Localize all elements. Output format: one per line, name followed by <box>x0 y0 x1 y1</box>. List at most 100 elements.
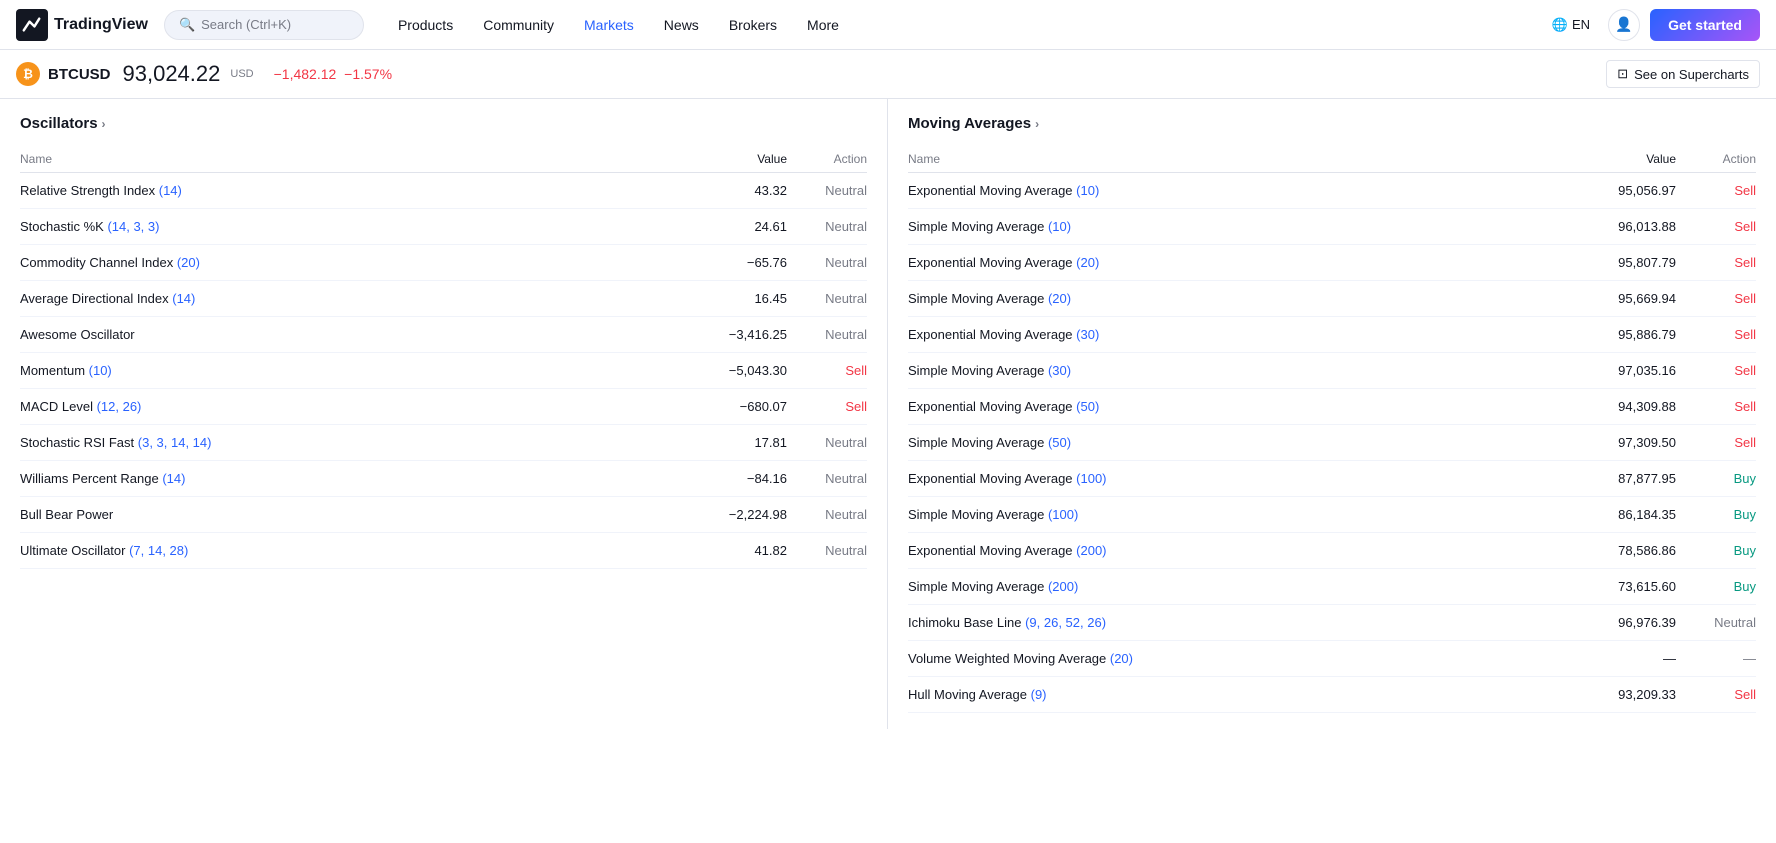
ma-row-value-12: 96,976.39 <box>1576 615 1676 630</box>
osc-row-action-4: Neutral <box>787 327 867 342</box>
oscillators-title-text: Oscillators <box>20 115 98 132</box>
get-started-button[interactable]: Get started <box>1650 9 1760 41</box>
ma-row-param-${i}: (200) <box>1048 579 1078 594</box>
table-row: Relative Strength Index (14) 43.32 Neutr… <box>20 173 867 209</box>
ma-row-param-${i}: (9) <box>1031 687 1047 702</box>
ticker-change-value: −1,482.12 <box>274 66 337 82</box>
ma-row-value-14: 93,209.33 <box>1576 687 1676 702</box>
table-row: Ichimoku Base Line (9, 26, 52, 26) 96,97… <box>908 605 1756 641</box>
oscillators-table-header: Name Value Action <box>20 146 867 173</box>
osc-row-value-4: −3,416.25 <box>687 327 787 342</box>
ma-row-action-1: Sell <box>1676 219 1756 234</box>
ma-row-action-8: Buy <box>1676 471 1756 486</box>
see-supercharts-button[interactable]: ⊡ See on Supercharts <box>1606 60 1760 88</box>
nav-link-products[interactable]: Products <box>384 11 467 39</box>
ma-row-action-7: Sell <box>1676 435 1756 450</box>
ma-row-param-${i}: (30) <box>1048 363 1071 378</box>
ma-row-name-3: Simple Moving Average (20) <box>908 291 1576 306</box>
nav-link-markets[interactable]: Markets <box>570 11 648 39</box>
ma-row-value-2: 95,807.79 <box>1576 255 1676 270</box>
table-row: Hull Moving Average (9) 93,209.33 Sell <box>908 677 1756 713</box>
ma-row-name-10: Exponential Moving Average (200) <box>908 543 1576 558</box>
table-row: Exponential Moving Average (20) 95,807.7… <box>908 245 1756 281</box>
osc-row-value-7: 17.81 <box>687 435 787 450</box>
osc-row-param-${i}: (20) <box>177 255 200 270</box>
user-menu-button[interactable]: 👤 <box>1608 9 1640 41</box>
osc-row-action-3: Neutral <box>787 291 867 306</box>
language-button[interactable]: 🌐 EN <box>1544 13 1598 37</box>
ticker-bar: ₿ BTCUSD 93,024.22 USD −1,482.12 −1.57% … <box>0 50 1776 99</box>
ticker-symbol: BTCUSD <box>48 66 111 83</box>
table-row: Simple Moving Average (30) 97,035.16 Sel… <box>908 353 1756 389</box>
ma-row-param-${i}: (50) <box>1076 399 1099 414</box>
osc-row-name-0: Relative Strength Index (14) <box>20 183 687 198</box>
table-row: Williams Percent Range (14) −84.16 Neutr… <box>20 461 867 497</box>
osc-row-name-7: Stochastic RSI Fast (3, 3, 14, 14) <box>20 435 687 450</box>
ma-row-name-5: Simple Moving Average (30) <box>908 363 1576 378</box>
search-icon: 🔍 <box>179 17 195 33</box>
logo-text: TradingView <box>54 16 148 34</box>
supercharts-icon: ⊡ <box>1617 66 1628 82</box>
user-icon: 👤 <box>1615 16 1632 33</box>
ma-row-action-11: Buy <box>1676 579 1756 594</box>
osc-row-param-${i}: (14) <box>172 291 195 306</box>
oscillators-title[interactable]: Oscillators › <box>20 115 867 132</box>
table-row: Exponential Moving Average (200) 78,586.… <box>908 533 1756 569</box>
nav-link-community[interactable]: Community <box>469 11 568 39</box>
osc-row-action-2: Neutral <box>787 255 867 270</box>
ma-row-param-${i}: (9, 26, 52, 26) <box>1025 615 1106 630</box>
btc-icon: ₿ <box>16 62 40 86</box>
ma-row-param-${i}: (100) <box>1076 471 1106 486</box>
ma-row-name-2: Exponential Moving Average (20) <box>908 255 1576 270</box>
osc-row-param-${i}: (14) <box>162 471 185 486</box>
ma-row-name-11: Simple Moving Average (200) <box>908 579 1576 594</box>
ma-row-value-13: — <box>1576 651 1676 666</box>
ticker-left: ₿ BTCUSD 93,024.22 USD −1,482.12 −1.57% <box>16 61 392 87</box>
ma-table-body: Exponential Moving Average (10) 95,056.9… <box>908 173 1756 713</box>
ma-row-name-4: Exponential Moving Average (30) <box>908 327 1576 342</box>
ma-row-value-10: 78,586.86 <box>1576 543 1676 558</box>
table-row: Simple Moving Average (20) 95,669.94 Sel… <box>908 281 1756 317</box>
ma-row-action-13: — <box>1676 651 1756 666</box>
ma-row-name-14: Hull Moving Average (9) <box>908 687 1576 702</box>
search-placeholder: Search (Ctrl+K) <box>201 17 291 32</box>
ma-row-value-1: 96,013.88 <box>1576 219 1676 234</box>
nav-link-news[interactable]: News <box>650 11 713 39</box>
osc-row-value-5: −5,043.30 <box>687 363 787 378</box>
osc-col-name-header: Name <box>20 152 687 166</box>
osc-row-value-3: 16.45 <box>687 291 787 306</box>
table-row: Ultimate Oscillator (7, 14, 28) 41.82 Ne… <box>20 533 867 569</box>
osc-row-action-0: Neutral <box>787 183 867 198</box>
osc-row-param-${i}: (3, 3, 14, 14) <box>138 435 212 450</box>
osc-row-param-${i}: (14, 3, 3) <box>107 219 159 234</box>
osc-row-name-9: Bull Bear Power <box>20 507 687 522</box>
table-row: Commodity Channel Index (20) −65.76 Neut… <box>20 245 867 281</box>
table-row: Exponential Moving Average (50) 94,309.8… <box>908 389 1756 425</box>
nav-links: Products Community Markets News Brokers … <box>384 11 1540 39</box>
ma-row-param-${i}: (50) <box>1048 435 1071 450</box>
ma-row-name-0: Exponential Moving Average (10) <box>908 183 1576 198</box>
oscillators-chevron-icon: › <box>102 117 106 131</box>
ma-row-param-${i}: (20) <box>1048 291 1071 306</box>
moving-averages-title[interactable]: Moving Averages › <box>908 115 1756 132</box>
ma-col-value-header: Value <box>1576 152 1676 166</box>
oscillators-table-body: Relative Strength Index (14) 43.32 Neutr… <box>20 173 867 569</box>
ma-row-param-${i}: (20) <box>1110 651 1133 666</box>
osc-row-action-9: Neutral <box>787 507 867 522</box>
osc-row-value-1: 24.61 <box>687 219 787 234</box>
search-bar[interactable]: 🔍 Search (Ctrl+K) <box>164 10 364 40</box>
osc-row-action-6: Sell <box>787 399 867 414</box>
table-row: Average Directional Index (14) 16.45 Neu… <box>20 281 867 317</box>
ma-row-value-7: 97,309.50 <box>1576 435 1676 450</box>
nav-link-brokers[interactable]: Brokers <box>715 11 791 39</box>
logo[interactable]: TradingView <box>16 9 148 41</box>
oscillators-panel: Oscillators › Name Value Action Relative… <box>0 99 888 729</box>
ma-row-action-6: Sell <box>1676 399 1756 414</box>
ma-row-param-${i}: (100) <box>1048 507 1078 522</box>
ma-row-param-${i}: (20) <box>1076 255 1099 270</box>
nav-link-more[interactable]: More <box>793 11 853 39</box>
navbar: TradingView 🔍 Search (Ctrl+K) Products C… <box>0 0 1776 50</box>
table-row: Simple Moving Average (200) 73,615.60 Bu… <box>908 569 1756 605</box>
osc-row-name-8: Williams Percent Range (14) <box>20 471 687 486</box>
nav-right: 🌐 EN 👤 Get started <box>1544 9 1760 41</box>
